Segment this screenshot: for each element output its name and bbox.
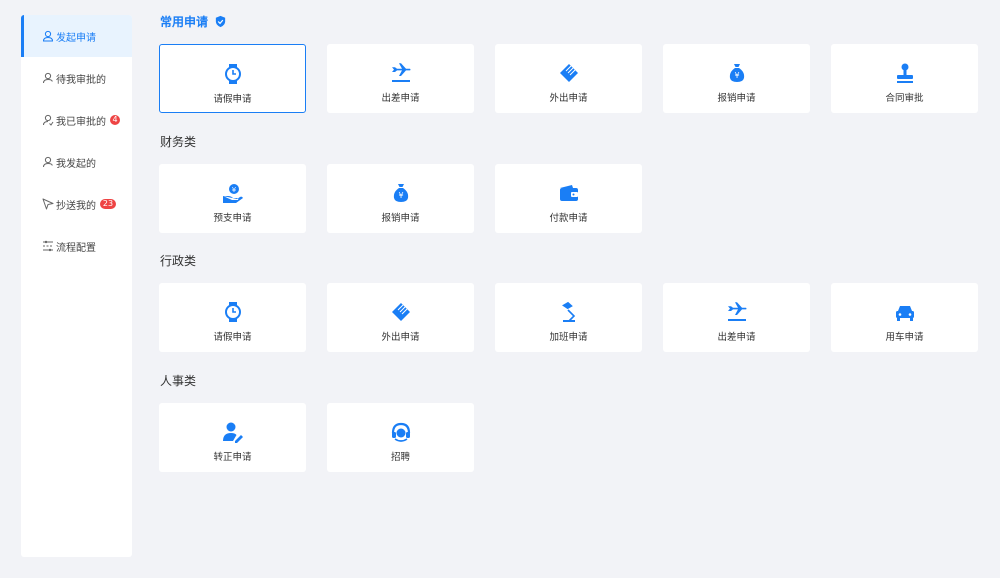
card-regularization[interactable]: 转正申请 (159, 403, 306, 472)
plane-icon (390, 62, 412, 84)
svg-text:¥: ¥ (231, 186, 236, 194)
sidebar: 发起申请 待我审批的 我已审批的 4 我发起的 抄送我的 23 流程配置 (21, 15, 132, 557)
card-overtime[interactable]: 加班申请 (495, 283, 642, 352)
card-outing[interactable]: 外出申请 (327, 283, 474, 352)
sidebar-item-label: 流程配置 (56, 242, 96, 254)
card-business-trip[interactable]: 出差申请 (327, 44, 474, 113)
sidebar-item-process-config[interactable]: 流程配置 (21, 225, 132, 267)
user-check-icon (41, 114, 54, 127)
sidebar-item-label: 待我审批的 (56, 74, 106, 86)
money-bag-icon: ¥ (390, 182, 412, 204)
eraser-icon (390, 301, 412, 323)
card-recruitment[interactable]: 招聘 (327, 403, 474, 472)
section-title-finance: 财务类 (160, 135, 197, 149)
sidebar-item-initiated[interactable]: 我发起的 (21, 141, 132, 183)
sidebar-item-approved[interactable]: 我已审批的 4 (21, 99, 132, 141)
watch-icon (222, 63, 244, 85)
user-edit-icon (222, 421, 244, 443)
card-contract-approval[interactable]: 合同审批 (831, 44, 978, 113)
watch-icon (222, 301, 244, 323)
count-badge: 4 (110, 115, 120, 125)
sidebar-item-label: 抄送我的 (56, 200, 96, 212)
user-icon (41, 30, 54, 43)
wallet-icon (558, 182, 580, 204)
card-outing[interactable]: 外出申请 (495, 44, 642, 113)
card-vehicle-request[interactable]: 用车申请 (831, 283, 978, 352)
money-bag-icon: ¥ (726, 62, 748, 84)
car-icon (894, 301, 916, 323)
card-advance-payment[interactable]: ¥ 预支申请 (159, 164, 306, 233)
card-leave-application[interactable]: 请假申请 (159, 283, 306, 352)
send-icon (41, 198, 54, 211)
card-business-trip[interactable]: 出差申请 (663, 283, 810, 352)
count-badge: 23 (100, 199, 116, 209)
card-reimbursement[interactable]: ¥ 报销申请 (327, 164, 474, 233)
stamp-icon (894, 62, 916, 84)
hand-money-icon: ¥ (222, 182, 244, 204)
card-payment-request[interactable]: 付款申请 (495, 164, 642, 233)
sidebar-item-cc[interactable]: 抄送我的 23 (21, 183, 132, 225)
settings-list-icon (41, 240, 54, 253)
sidebar-item-start-application[interactable]: 发起申请 (21, 15, 132, 57)
svg-text:¥: ¥ (734, 71, 739, 80)
sidebar-item-label: 我发起的 (56, 158, 96, 170)
sidebar-item-label: 发起申请 (56, 32, 96, 44)
section-title-hr: 人事类 (160, 374, 197, 388)
headset-icon (390, 421, 412, 443)
shield-icon (215, 15, 226, 28)
card-leave-application[interactable]: 请假申请 (159, 44, 306, 113)
section-title-common: 常用申请 (160, 13, 227, 30)
desk-lamp-icon (558, 301, 580, 323)
sidebar-item-pending-approval[interactable]: 待我审批的 (21, 57, 132, 99)
section-title-administration: 行政类 (160, 254, 197, 268)
svg-text:¥: ¥ (398, 191, 403, 200)
sidebar-item-label: 我已审批的 (56, 116, 106, 128)
plane-icon (726, 301, 748, 323)
eraser-icon (558, 62, 580, 84)
user-icon (41, 72, 54, 85)
user-icon (41, 156, 54, 169)
card-reimbursement[interactable]: ¥ 报销申请 (663, 44, 810, 113)
